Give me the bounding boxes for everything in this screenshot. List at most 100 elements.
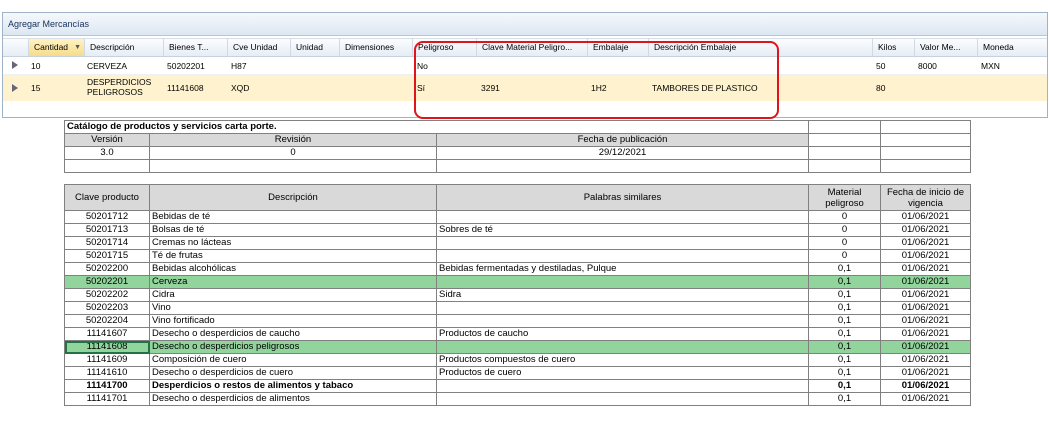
cell-material: 0,1 xyxy=(808,392,881,406)
cell-palabras xyxy=(436,249,809,263)
cell-palabras: Productos compuestos de cuero xyxy=(436,353,809,367)
col-bienes[interactable]: Bienes T... xyxy=(164,39,228,56)
header-descripcion: Descripción xyxy=(149,184,437,211)
cell-clave: 11141610 xyxy=(64,366,150,380)
table-row[interactable]: 50202204 Vino fortificado 0,1 01/06/2021 xyxy=(64,314,971,328)
table-row[interactable]: 50201714 Cremas no lácteas 0 01/06/2021 xyxy=(64,236,971,250)
cell-descripcion: CERVEZA xyxy=(87,61,127,71)
cell-descripcion: Bebidas de té xyxy=(149,210,437,224)
cell-palabras xyxy=(436,379,809,393)
empty-cell xyxy=(808,159,881,173)
cell-palabras: Productos de caucho xyxy=(436,327,809,341)
table-row[interactable]: 11141610 Desecho o desperdicios de cuero P… xyxy=(64,366,971,380)
cell-clave: 50202204 xyxy=(64,314,150,328)
meta-header-version: Versión xyxy=(64,133,150,147)
expander-header xyxy=(3,39,29,56)
cell-bienes: 50202201 xyxy=(167,61,205,71)
cell-moneda: MXN xyxy=(981,61,1000,71)
cell-clave: 50202203 xyxy=(64,301,150,315)
col-moneda[interactable]: Moneda xyxy=(978,39,1047,56)
table-row[interactable]: 50202201 Cerveza 0,1 01/06/2021 xyxy=(64,275,971,289)
header-fecha-line1: Fecha de inicio de xyxy=(886,186,965,198)
col-kilos[interactable]: Kilos xyxy=(873,39,915,56)
header-material-line1: Material xyxy=(827,186,862,198)
cell-descripcion: Vino fortificado xyxy=(149,314,437,328)
cell-fecha: 01/06/2021 xyxy=(880,327,971,341)
cell-clave: 11141701 xyxy=(64,392,150,406)
expand-arrow-icon[interactable] xyxy=(12,84,18,92)
catalog-table: Clave producto Descripción Palabras simi… xyxy=(64,184,971,406)
table-row[interactable]: 11141700 Desperdicios o restos de aliment… xyxy=(64,379,971,393)
cell-material: 0,1 xyxy=(808,353,881,367)
cell-clave: 50201715 xyxy=(64,249,150,263)
cell-descripcion: Cidra xyxy=(149,288,437,302)
cell-material: 0 xyxy=(808,249,881,263)
cell-clave: 50202202 xyxy=(64,288,150,302)
empty-cell xyxy=(436,159,809,173)
cell-material: 0 xyxy=(808,236,881,250)
sort-dropdown-icon[interactable]: ▼ xyxy=(74,39,81,56)
catalog-title: Catálogo de productos y servicios carta … xyxy=(64,120,809,134)
header-palabras: Palabras similares xyxy=(436,184,809,211)
col-cve-unidad[interactable]: Cve Unidad xyxy=(228,39,291,56)
table-row[interactable]: 50201712 Bebidas de té 0 01/06/2021 xyxy=(64,210,971,224)
cell-fecha: 01/06/2021 xyxy=(880,210,971,224)
cell-material: 0,1 xyxy=(808,340,881,354)
empty-cell xyxy=(808,146,881,160)
cell-descripcion: DESPERDICIOS PELIGROSOS xyxy=(87,77,151,97)
cell-material: 0,1 xyxy=(808,379,881,393)
cell-clave: 11141608 xyxy=(64,340,150,354)
cell-palabras: Sobres de té xyxy=(436,223,809,237)
meta-revision: 0 xyxy=(149,146,437,160)
meta-fecha: 29/12/2021 xyxy=(436,146,809,160)
col-dimensiones[interactable]: Dimensiones xyxy=(340,39,413,56)
cell-material: 0,1 xyxy=(808,301,881,315)
cell-palabras: Sidra xyxy=(436,288,809,302)
cell-palabras xyxy=(436,210,809,224)
table-row[interactable]: 11141701 Desecho o desperdicios de alimen… xyxy=(64,392,971,406)
cell-descripcion: Desperdicios o restos de alimentos y tab… xyxy=(149,379,437,393)
table-row[interactable]: 11141607 Desecho o desperdicios de caucho… xyxy=(64,327,971,341)
cell-descripcion: Desecho o desperdicios de alimentos xyxy=(149,392,437,406)
cell-palabras xyxy=(436,236,809,250)
cell-cve-unidad: XQD xyxy=(231,83,250,93)
table-row[interactable]: 11141609 Composición de cuero Productos co… xyxy=(64,353,971,367)
cell-clave: 50202201 xyxy=(64,275,150,289)
cell-fecha: 01/06/2021 xyxy=(880,301,971,315)
table-row[interactable]: 50201713 Bolsas de té Sobres de té 0 01/06/2… xyxy=(64,223,971,237)
cell-palabras: Productos de cuero xyxy=(436,366,809,380)
empty-cell xyxy=(64,159,150,173)
table-row[interactable]: 50202203 Vino 0,1 01/06/2021 xyxy=(64,301,971,315)
expand-arrow-icon[interactable] xyxy=(12,61,18,69)
cell-palabras xyxy=(436,301,809,315)
table-row[interactable]: 50201715 Té de frutas 0 01/06/2021 xyxy=(64,249,971,263)
cell-descripcion: Desecho o desperdicios de caucho xyxy=(149,327,437,341)
col-cantidad[interactable]: Cantidad ▼ xyxy=(29,39,85,56)
cell-material: 0,1 xyxy=(808,288,881,302)
cell-material: 0,1 xyxy=(808,275,881,289)
col-valor[interactable]: Valor Me... xyxy=(915,39,978,56)
cell-fecha: 01/06/2021 xyxy=(880,379,971,393)
table-row[interactable]: 11141608 Desecho o desperdicios peligroso… xyxy=(64,340,971,354)
col-unidad[interactable]: Unidad xyxy=(291,39,340,56)
cell-descripcion: Composición de cuero xyxy=(149,353,437,367)
meta-version: 3.0 xyxy=(64,146,150,160)
col-descripcion[interactable]: Descripción xyxy=(85,39,164,56)
cell-cantidad: 10 xyxy=(31,61,41,71)
panel-title: Agregar Mercancías xyxy=(3,13,1047,36)
cell-fecha: 01/06/2021 xyxy=(880,236,971,250)
cell-palabras xyxy=(436,314,809,328)
header-fecha: Fecha de inicio de vigencia xyxy=(880,184,971,211)
header-material: Material peligroso xyxy=(808,184,881,211)
cell-fecha: 01/06/2021 xyxy=(880,340,971,354)
cell-descripcion: Bolsas de té xyxy=(149,223,437,237)
table-row[interactable]: 50202200 Bebidas alcohólicas Bebidas ferme… xyxy=(64,262,971,276)
table-row[interactable]: 50202202 Cidra Sidra 0,1 01/06/2021 xyxy=(64,288,971,302)
mercancias-panel: Agregar Mercancías Cantidad ▼ Descripció… xyxy=(2,12,1048,119)
cell-fecha: 01/06/2021 xyxy=(880,223,971,237)
empty-cell xyxy=(808,120,881,134)
cell-descripcion: Bebidas alcohólicas xyxy=(149,262,437,276)
cell-fecha: 01/06/2021 xyxy=(880,262,971,276)
cell-fecha: 01/06/2021 xyxy=(880,314,971,328)
cell-kilos: 80 xyxy=(876,83,886,93)
